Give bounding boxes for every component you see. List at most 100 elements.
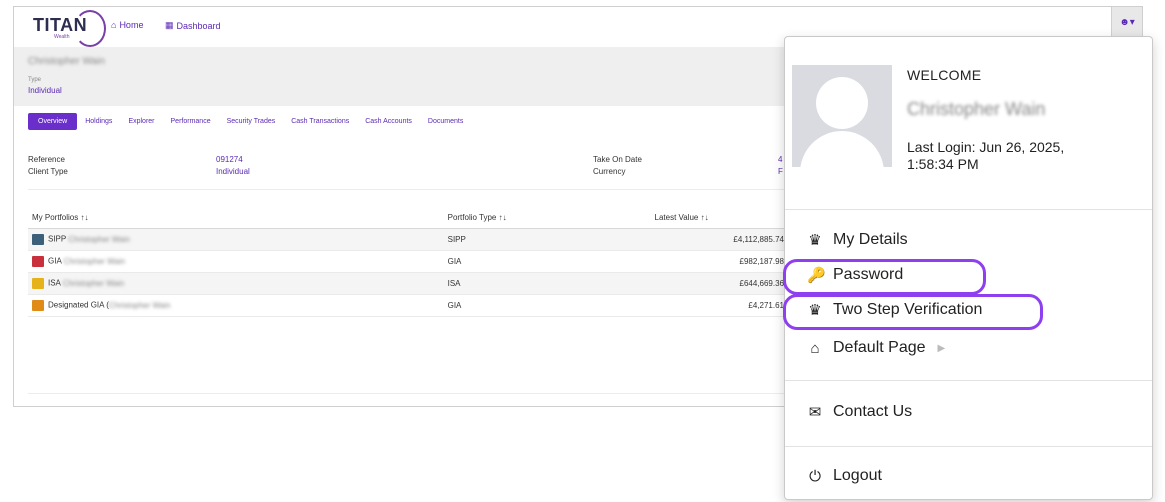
home-icon: ⌂ (111, 20, 117, 30)
menu-item-label: Contact Us (833, 403, 913, 420)
dropdown-divider (785, 209, 1152, 210)
info-values-left: 091274 Individual (216, 154, 250, 178)
menu-item-password[interactable]: 🔑 Password (807, 266, 903, 284)
last-login-line2: 1:58:34 PM (907, 156, 979, 172)
portfolio-type: GIA (443, 250, 651, 273)
titan-logo[interactable]: TITAN Wealth (30, 10, 106, 47)
content-footer-divider (28, 393, 788, 394)
portfolio-owner: Christopher Wain (68, 234, 130, 244)
nav-dashboard-label: Dashboard (176, 20, 221, 31)
home-icon: ⌂ (810, 339, 820, 357)
portfolio-type: GIA (443, 294, 651, 317)
portfolio-name-cell: Designated GIA (Christopher Wain (28, 294, 444, 317)
table-row[interactable]: Designated GIA (Christopher Wain GIA £4,… (28, 294, 788, 317)
user-secret-icon: ♛ (808, 232, 822, 249)
last-login-text: Last Login: Jun 26, 2025, 1:58:34 PM (907, 139, 1137, 173)
menu-item-label: Two Step Verification (833, 301, 983, 318)
tab-documents[interactable]: Documents (420, 114, 471, 129)
portfolio-color-swatch (32, 278, 44, 289)
portfolio-owner: Christopher Wain (62, 278, 125, 288)
nav-home-label: Home (119, 20, 144, 30)
tab-security-trades[interactable]: Security Trades (219, 114, 284, 129)
portfolio-value: £4,112,885.74 (650, 228, 788, 251)
client-tabs: Overview Holdings Explorer Performance S… (28, 113, 471, 130)
portfolio-color-swatch (32, 234, 44, 245)
take-on-date-value: 4 (778, 155, 783, 164)
menu-item-label: Logout (833, 467, 882, 484)
menu-item-label: My Details (833, 231, 908, 248)
dashboard-icon: ▦ (165, 20, 174, 30)
portfolio-name: Designated GIA ( (48, 300, 109, 310)
tab-cash-transactions[interactable]: Cash Transactions (283, 114, 357, 129)
user-secret-icon: ♛ (808, 302, 822, 319)
table-row[interactable]: GIA Christopher Wain GIA £982,187.98 (28, 250, 788, 273)
portfolio-value: £982,187.98 (650, 250, 788, 273)
tab-explorer[interactable]: Explorer (120, 114, 162, 129)
portfolio-name-cell: GIA Christopher Wain (28, 250, 444, 273)
portfolio-owner: Christopher Wain (108, 300, 171, 310)
table-row[interactable]: SIPP Christopher Wain SIPP £4,112,885.74 (28, 228, 788, 251)
envelope-icon: ✉ (808, 404, 822, 421)
user-dropdown-menu: WELCOME Christopher Wain Last Login: Jun… (783, 36, 1153, 500)
portfolio-name: ISA (48, 278, 61, 288)
user-menu-button[interactable]: ☻ ▾ (1111, 7, 1142, 38)
portfolio-name: SIPP (48, 234, 67, 244)
portfolio-name-cell: SIPP Christopher Wain (28, 228, 444, 251)
menu-item-contact-us[interactable]: ✉ Contact Us (807, 403, 912, 421)
col-latest-value[interactable]: Latest Value ↑↓ (650, 207, 788, 229)
client-name: Christopher Wain (28, 56, 105, 67)
portfolios-table: My Portfolios ↑↓ Portfolio Type ↑↓ Lates… (28, 207, 788, 317)
col-my-portfolios[interactable]: My Portfolios ↑↓ (28, 207, 444, 229)
menu-item-my-details[interactable]: ♛ My Details (807, 231, 908, 249)
dropdown-user-name: Christopher Wain (907, 99, 1046, 119)
info-values-right: 4 F (778, 154, 783, 178)
menu-item-label: Password (833, 266, 904, 283)
portfolio-value: £4,271.61 (650, 294, 788, 317)
dropdown-divider (785, 446, 1152, 447)
col-portfolio-type[interactable]: Portfolio Type ↑↓ (443, 207, 651, 229)
take-on-date-label: Take On Date (593, 155, 642, 164)
welcome-heading: WELCOME (907, 67, 982, 83)
info-divider (28, 189, 788, 190)
avatar-body (800, 131, 884, 167)
chevron-down-icon: ▾ (1129, 16, 1135, 28)
portfolio-value: £644,669.36 (650, 272, 788, 295)
portfolio-name-cell: ISA Christopher Wain (28, 272, 444, 295)
logo-ring-icon (74, 10, 106, 47)
logo-subtext: Wealth (54, 34, 70, 40)
tab-performance[interactable]: Performance (163, 114, 219, 129)
portfolio-owner: Christopher Wain (63, 256, 126, 266)
nav-dashboard-link[interactable]: ▦ Dashboard (165, 20, 221, 31)
portfolio-color-swatch (32, 300, 44, 311)
info-labels-left: Reference Client Type (28, 154, 68, 178)
portfolio-color-swatch (32, 256, 44, 267)
portfolio-type: SIPP (443, 228, 651, 251)
reference-label: Reference (28, 155, 65, 164)
portfolio-type: ISA (443, 272, 651, 295)
client-type-label: Client Type (28, 167, 68, 176)
tab-overview[interactable]: Overview (28, 113, 78, 130)
key-icon: 🔑 (807, 267, 826, 284)
dropdown-divider (785, 380, 1152, 381)
tab-cash-accounts[interactable]: Cash Accounts (357, 114, 420, 129)
last-login-line1: Last Login: Jun 26, 2025, (907, 139, 1065, 155)
user-icon: ☻ (1119, 16, 1130, 28)
power-icon: ⏻ (809, 467, 821, 485)
client-type-label: Type (28, 77, 42, 83)
portfolio-name: GIA (48, 256, 62, 266)
menu-item-logout[interactable]: ⏻ Logout (807, 467, 882, 485)
client-type-value: Individual (216, 167, 250, 176)
menu-item-label: Default Page (833, 339, 926, 356)
client-type-value: Individual (28, 86, 62, 95)
menu-item-two-step-verification[interactable]: ♛ Two Step Verification (807, 301, 982, 319)
reference-value: 091274 (216, 155, 243, 164)
currency-value: F (778, 167, 783, 176)
nav-home-link[interactable]: ⌂ Home (111, 20, 143, 30)
avatar-head (816, 77, 868, 129)
avatar (792, 65, 892, 167)
table-row[interactable]: ISA Christopher Wain ISA £644,669.36 (28, 272, 788, 295)
tab-holdings[interactable]: Holdings (77, 114, 120, 129)
currency-label: Currency (593, 167, 626, 176)
menu-item-default-page[interactable]: ⌂ Default Page ▶ (807, 339, 945, 357)
info-labels-right: Take On Date Currency (593, 154, 642, 178)
